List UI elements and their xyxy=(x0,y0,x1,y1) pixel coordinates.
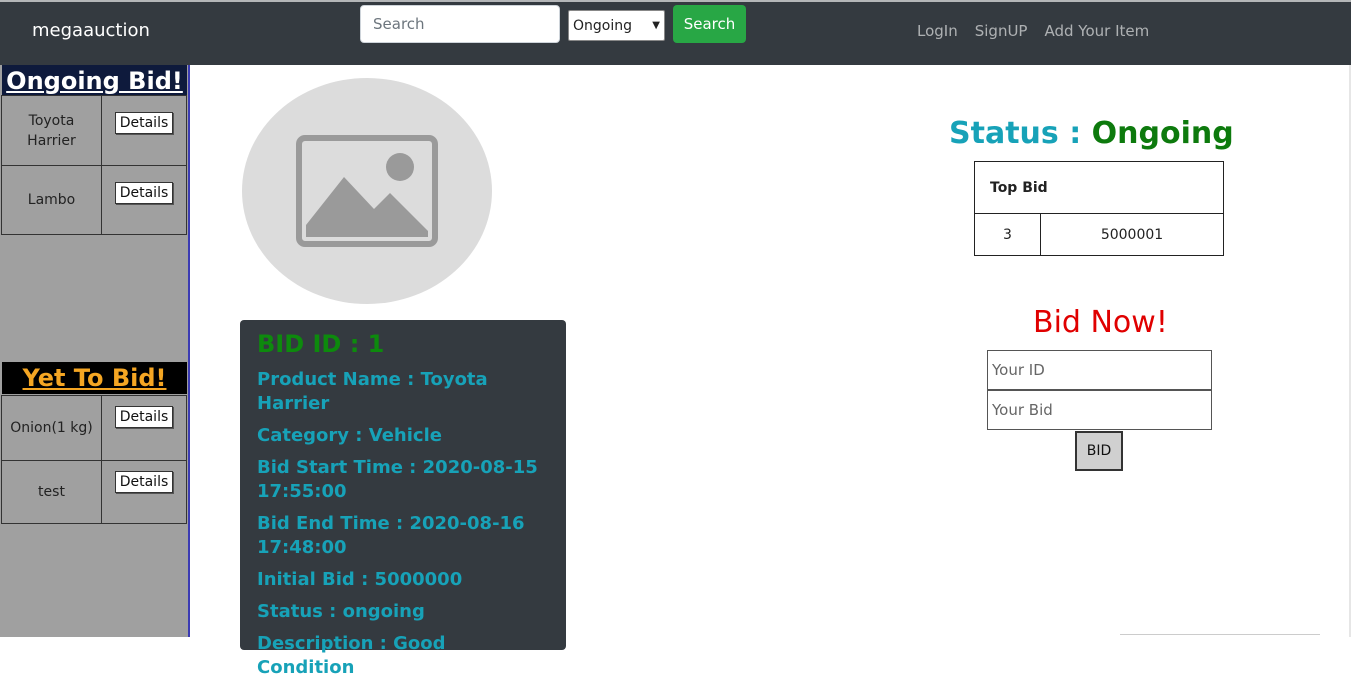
add-item-link[interactable]: Add Your Item xyxy=(1044,22,1149,40)
top-bid-amount: 5000001 xyxy=(1040,213,1224,256)
table-row: test Details xyxy=(1,460,187,524)
auction-status: Status : Ongoing xyxy=(949,116,1234,151)
yet-to-bid-table: Onion(1 kg) Details test Details xyxy=(1,395,187,524)
brand-logo[interactable]: megaauction xyxy=(32,20,150,41)
bid-amount-field[interactable] xyxy=(987,390,1212,430)
top-bid-table: Top Bid 3 5000001 xyxy=(974,161,1224,256)
table-row: Lambo Details xyxy=(1,165,187,235)
bid-start-time: Bid Start Time : 2020-08-15 17:55:00 xyxy=(257,457,538,502)
status-value: Ongoing xyxy=(1091,116,1234,151)
search-button[interactable]: Search xyxy=(673,5,746,43)
top-bid-id: 3 xyxy=(974,213,1041,256)
product-image xyxy=(242,78,492,304)
chevron-down-icon: ▼ xyxy=(652,20,660,31)
top-bid-header: Top Bid xyxy=(974,161,1224,214)
search-input[interactable] xyxy=(360,5,560,43)
initial-bid: Initial Bid : 5000000 xyxy=(257,569,463,590)
product-name: Product Name : Toyota Harrier xyxy=(257,369,488,414)
ongoing-bid-heading[interactable]: Ongoing Bid! xyxy=(2,65,187,97)
item-name: Onion(1 kg) xyxy=(1,395,102,461)
bid-end-time: Bid End Time : 2020-08-16 17:48:00 xyxy=(257,513,525,558)
table-row: Onion(1 kg) Details xyxy=(1,395,187,461)
login-link[interactable]: LogIn xyxy=(917,22,958,40)
user-id-field[interactable] xyxy=(987,350,1212,390)
details-button[interactable]: Details xyxy=(114,112,174,134)
table-row: 3 5000001 xyxy=(974,213,1224,256)
item-name: Toyota Harrier xyxy=(1,95,102,166)
yet-to-bid-heading[interactable]: Yet To Bid! xyxy=(2,362,187,394)
status-select-value: Ongoing xyxy=(573,17,632,34)
signup-link[interactable]: SignUP xyxy=(975,22,1028,40)
product-status: Status : ongoing xyxy=(257,601,425,622)
sidebar: Ongoing Bid! Toyota Harrier Details Lamb… xyxy=(0,65,190,637)
status-select[interactable]: Ongoing ▼ xyxy=(568,10,665,41)
table-header-row: Top Bid xyxy=(974,161,1224,214)
details-button[interactable]: Details xyxy=(114,182,174,204)
nav-links: LogIn SignUP Add Your Item xyxy=(917,22,1149,40)
item-name: test xyxy=(1,460,102,524)
status-label: Status : xyxy=(949,116,1082,151)
bid-button[interactable]: BID xyxy=(1075,431,1123,471)
details-button[interactable]: Details xyxy=(114,406,174,428)
image-placeholder-icon xyxy=(296,135,438,247)
item-name: Lambo xyxy=(1,165,102,235)
navbar: megaauction Ongoing ▼ Search LogIn SignU… xyxy=(0,0,1351,65)
bid-now-title: Bid Now! xyxy=(1033,305,1168,340)
divider xyxy=(1120,634,1320,635)
details-button[interactable]: Details xyxy=(114,471,174,493)
bid-id: BID ID : 1 xyxy=(257,330,385,358)
ongoing-bid-table: Toyota Harrier Details Lambo Details xyxy=(1,95,187,235)
product-category: Category : Vehicle xyxy=(257,425,442,446)
table-row: Toyota Harrier Details xyxy=(1,95,187,166)
product-info-card: BID ID : 1 Product Name : Toyota Harrier… xyxy=(240,320,566,678)
product-description: Description : Good Condition xyxy=(257,633,446,678)
